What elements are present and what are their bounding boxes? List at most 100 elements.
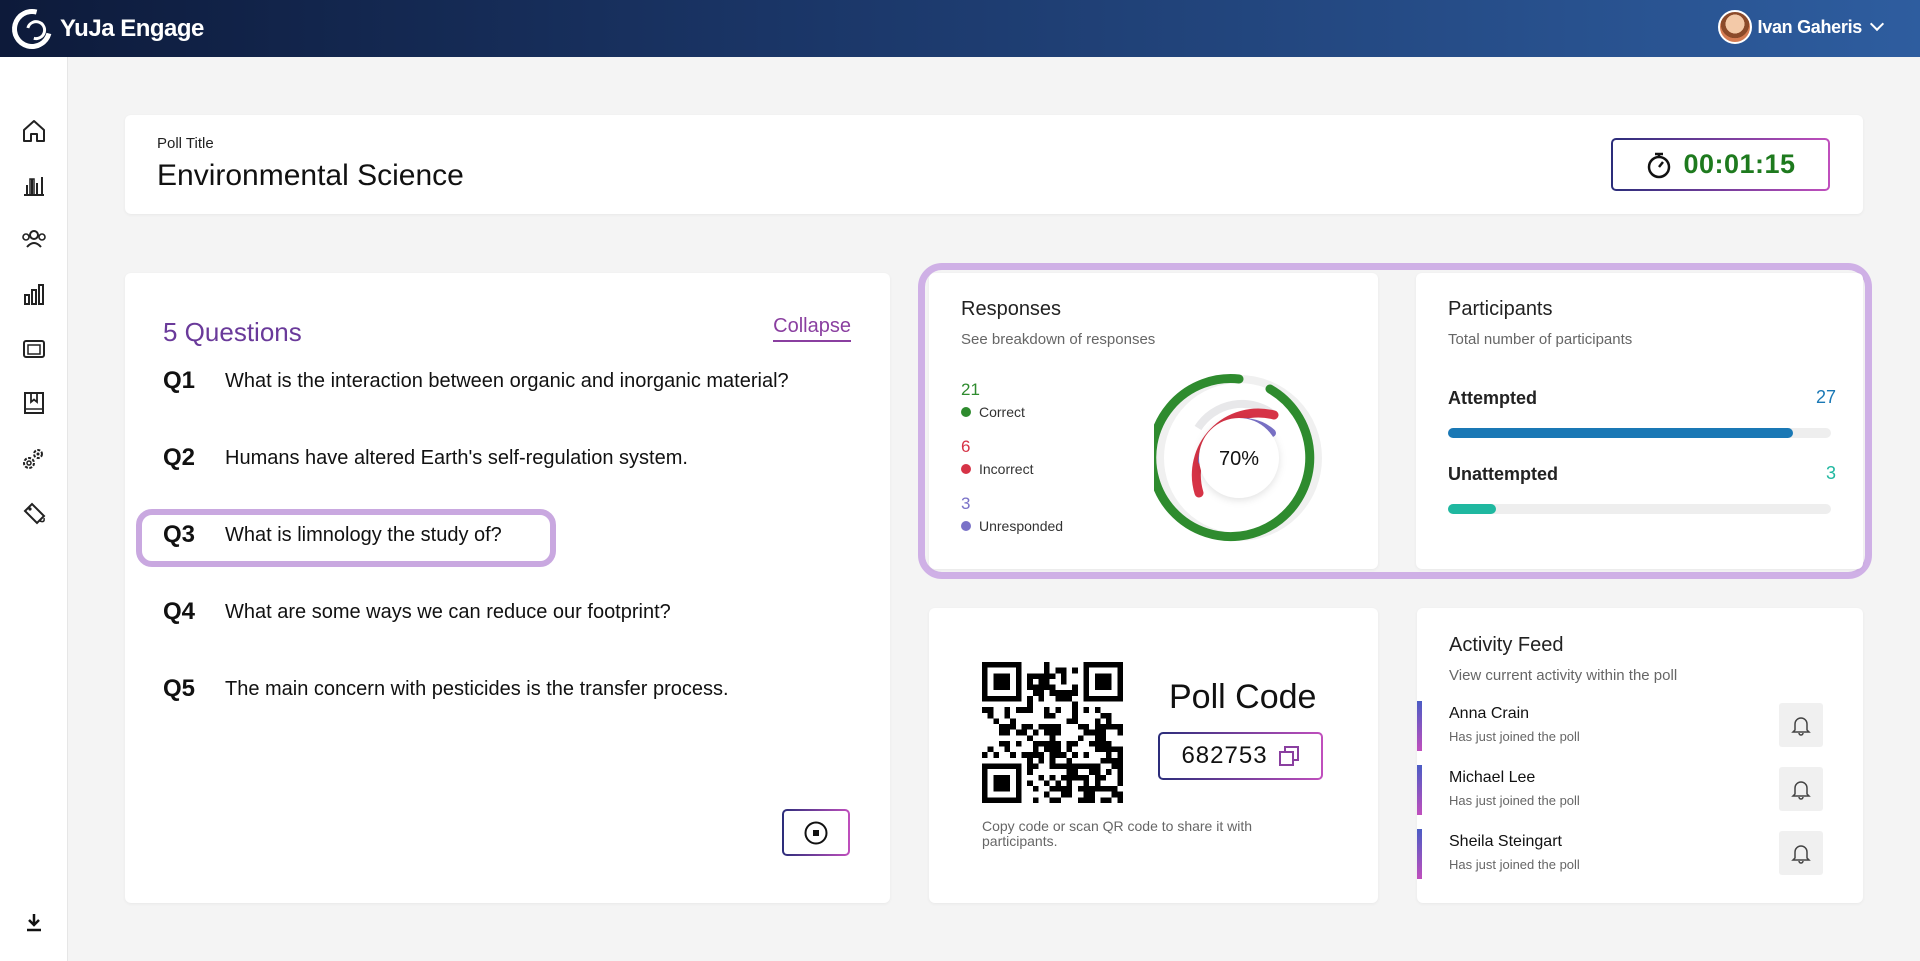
- timer-value: 00:01:15: [1683, 149, 1796, 179]
- home-icon[interactable]: [20, 117, 48, 145]
- bell-icon: [1791, 717, 1811, 736]
- question-item[interactable]: Q5 The main concern with pesticides is t…: [163, 675, 729, 703]
- bar-chart-icon[interactable]: [20, 280, 48, 308]
- question-text: What is limnology the study of?: [225, 523, 502, 546]
- avatar: [1717, 10, 1752, 44]
- participants-card: Participants Total number of participant…: [1416, 273, 1863, 569]
- unattempted-label: Unattempted: [1448, 464, 1559, 484]
- user-menu[interactable]: Ivan Gaheris: [1717, 10, 1885, 44]
- app-logo[interactable]: YuJa Engage: [4, 1, 204, 56]
- activity-item: Sheila Steingart Has just joined the pol…: [1417, 829, 1863, 879]
- poll-code-box[interactable]: 682753: [1158, 732, 1323, 780]
- poll-code-hint: Copy code or scan QR code to share it wi…: [982, 818, 1253, 849]
- bell-icon: [1791, 845, 1811, 864]
- stopwatch-icon: [1648, 152, 1671, 178]
- activity-accent: [1417, 829, 1422, 879]
- attempted-bar: [1448, 428, 1831, 438]
- poll-title: Environmental Science: [157, 159, 464, 192]
- question-text: What is the interaction between organic …: [225, 369, 789, 392]
- activity-title: Activity Feed: [1449, 634, 1564, 656]
- analytics-icon[interactable]: [20, 171, 48, 199]
- activity-name: Anna Crain: [1449, 705, 1530, 722]
- responses-title: Responses: [961, 298, 1062, 320]
- responses-card: Responses See breakdown of responses 21 …: [929, 273, 1378, 569]
- poll-code-value: 682753: [1181, 742, 1268, 769]
- activity-status: Has just joined the poll: [1449, 793, 1580, 808]
- copy-icon[interactable]: [1278, 745, 1300, 767]
- settings-icon[interactable]: [20, 444, 48, 472]
- question-item-active[interactable]: Q3 What is limnology the study of?: [163, 521, 502, 549]
- responses-percent: 70%: [1219, 448, 1259, 470]
- question-item[interactable]: Q4 What are some ways we can reduce our …: [163, 598, 671, 626]
- question-number: Q1: [163, 367, 196, 394]
- bookmark-book-icon[interactable]: [20, 389, 48, 417]
- activity-name: Michael Lee: [1449, 769, 1536, 786]
- logo-icon: [4, 1, 60, 56]
- unattempted-bar-fill: [1448, 504, 1496, 514]
- tag-icon[interactable]: [20, 499, 48, 527]
- questions-count: 5 Questions: [163, 317, 302, 347]
- activity-item: Michael Lee Has just joined the poll: [1417, 765, 1863, 815]
- correct-dot: [961, 407, 971, 417]
- participants-title: Participants: [1448, 298, 1553, 320]
- notify-button[interactable]: [1779, 767, 1823, 811]
- question-number: Q4: [163, 598, 196, 625]
- correct-count: 21: [961, 380, 980, 399]
- poll-code-title: Poll Code: [1169, 678, 1317, 716]
- incorrect-dot: [961, 464, 971, 474]
- attempted-value: 27: [1815, 387, 1836, 407]
- incorrect-label: Incorrect: [979, 461, 1034, 477]
- unresponded-dot: [961, 521, 971, 531]
- question-text: Humans have altered Earth's self-regulat…: [225, 446, 688, 469]
- unresponded-stat: 3 Unresponded: [961, 494, 1063, 534]
- poll-timer: 00:01:15: [1611, 138, 1830, 191]
- question-item[interactable]: Q1 What is the interaction between organ…: [163, 367, 789, 395]
- question-text: The main concern with pesticides is the …: [225, 677, 729, 700]
- attempted-bar-fill: [1448, 428, 1793, 438]
- user-name: Ivan Gaheris: [1757, 16, 1863, 37]
- attempted-label: Attempted: [1448, 388, 1537, 408]
- activity-accent: [1417, 765, 1422, 815]
- stop-poll-button[interactable]: [782, 809, 850, 856]
- incorrect-count: 6: [961, 437, 971, 456]
- stop-icon: [804, 821, 828, 844]
- unresponded-count: 3: [961, 494, 971, 513]
- app-name: YuJa Engage: [60, 14, 204, 42]
- questions-card: 5 Questions Collapse Q1 What is the inte…: [125, 273, 890, 903]
- poll-title-card: Poll Title Environmental Science 00:01:1…: [125, 115, 1863, 214]
- question-number: Q2: [163, 444, 196, 471]
- correct-stat: 21 Correct: [961, 380, 1025, 420]
- bell-icon: [1791, 781, 1811, 800]
- chevron-down-icon: [1869, 16, 1885, 32]
- collapse-link[interactable]: Collapse: [773, 315, 851, 342]
- notify-button[interactable]: [1779, 831, 1823, 875]
- sidebar: [0, 57, 68, 961]
- correct-label: Correct: [979, 404, 1025, 420]
- qr-code[interactable]: [982, 662, 1123, 803]
- gallery-icon[interactable]: [20, 335, 48, 363]
- unattempted-bar: [1448, 504, 1831, 514]
- users-icon[interactable]: [20, 225, 48, 253]
- activity-subtitle: View current activity within the poll: [1449, 667, 1678, 684]
- question-number: Q5: [163, 675, 196, 702]
- poll-title-label: Poll Title: [157, 135, 214, 152]
- question-number: Q3: [163, 521, 196, 548]
- activity-item: Anna Crain Has just joined the poll: [1417, 701, 1863, 751]
- activity-accent: [1417, 701, 1422, 751]
- activity-feed-card: Activity Feed View current activity with…: [1417, 608, 1863, 903]
- unattempted-value: 3: [1825, 463, 1836, 483]
- poll-code-card: Poll Code 682753 Copy code or scan QR co…: [929, 608, 1378, 903]
- question-item[interactable]: Q2 Humans have altered Earth's self-regu…: [163, 444, 688, 472]
- activity-name: Sheila Steingart: [1449, 833, 1562, 850]
- incorrect-stat: 6 Incorrect: [961, 437, 1033, 477]
- activity-status: Has just joined the poll: [1449, 857, 1580, 872]
- activity-status: Has just joined the poll: [1449, 729, 1580, 744]
- top-bar: YuJa Engage Ivan Gaheris: [0, 0, 1920, 57]
- participants-subtitle: Total number of participants: [1448, 331, 1633, 348]
- download-icon[interactable]: [20, 908, 48, 936]
- notify-button[interactable]: [1779, 703, 1823, 747]
- unresponded-label: Unresponded: [979, 518, 1064, 534]
- question-text: What are some ways we can reduce our foo…: [225, 600, 671, 623]
- responses-subtitle: See breakdown of responses: [961, 331, 1156, 348]
- responses-donut: 70%: [1154, 374, 1322, 542]
